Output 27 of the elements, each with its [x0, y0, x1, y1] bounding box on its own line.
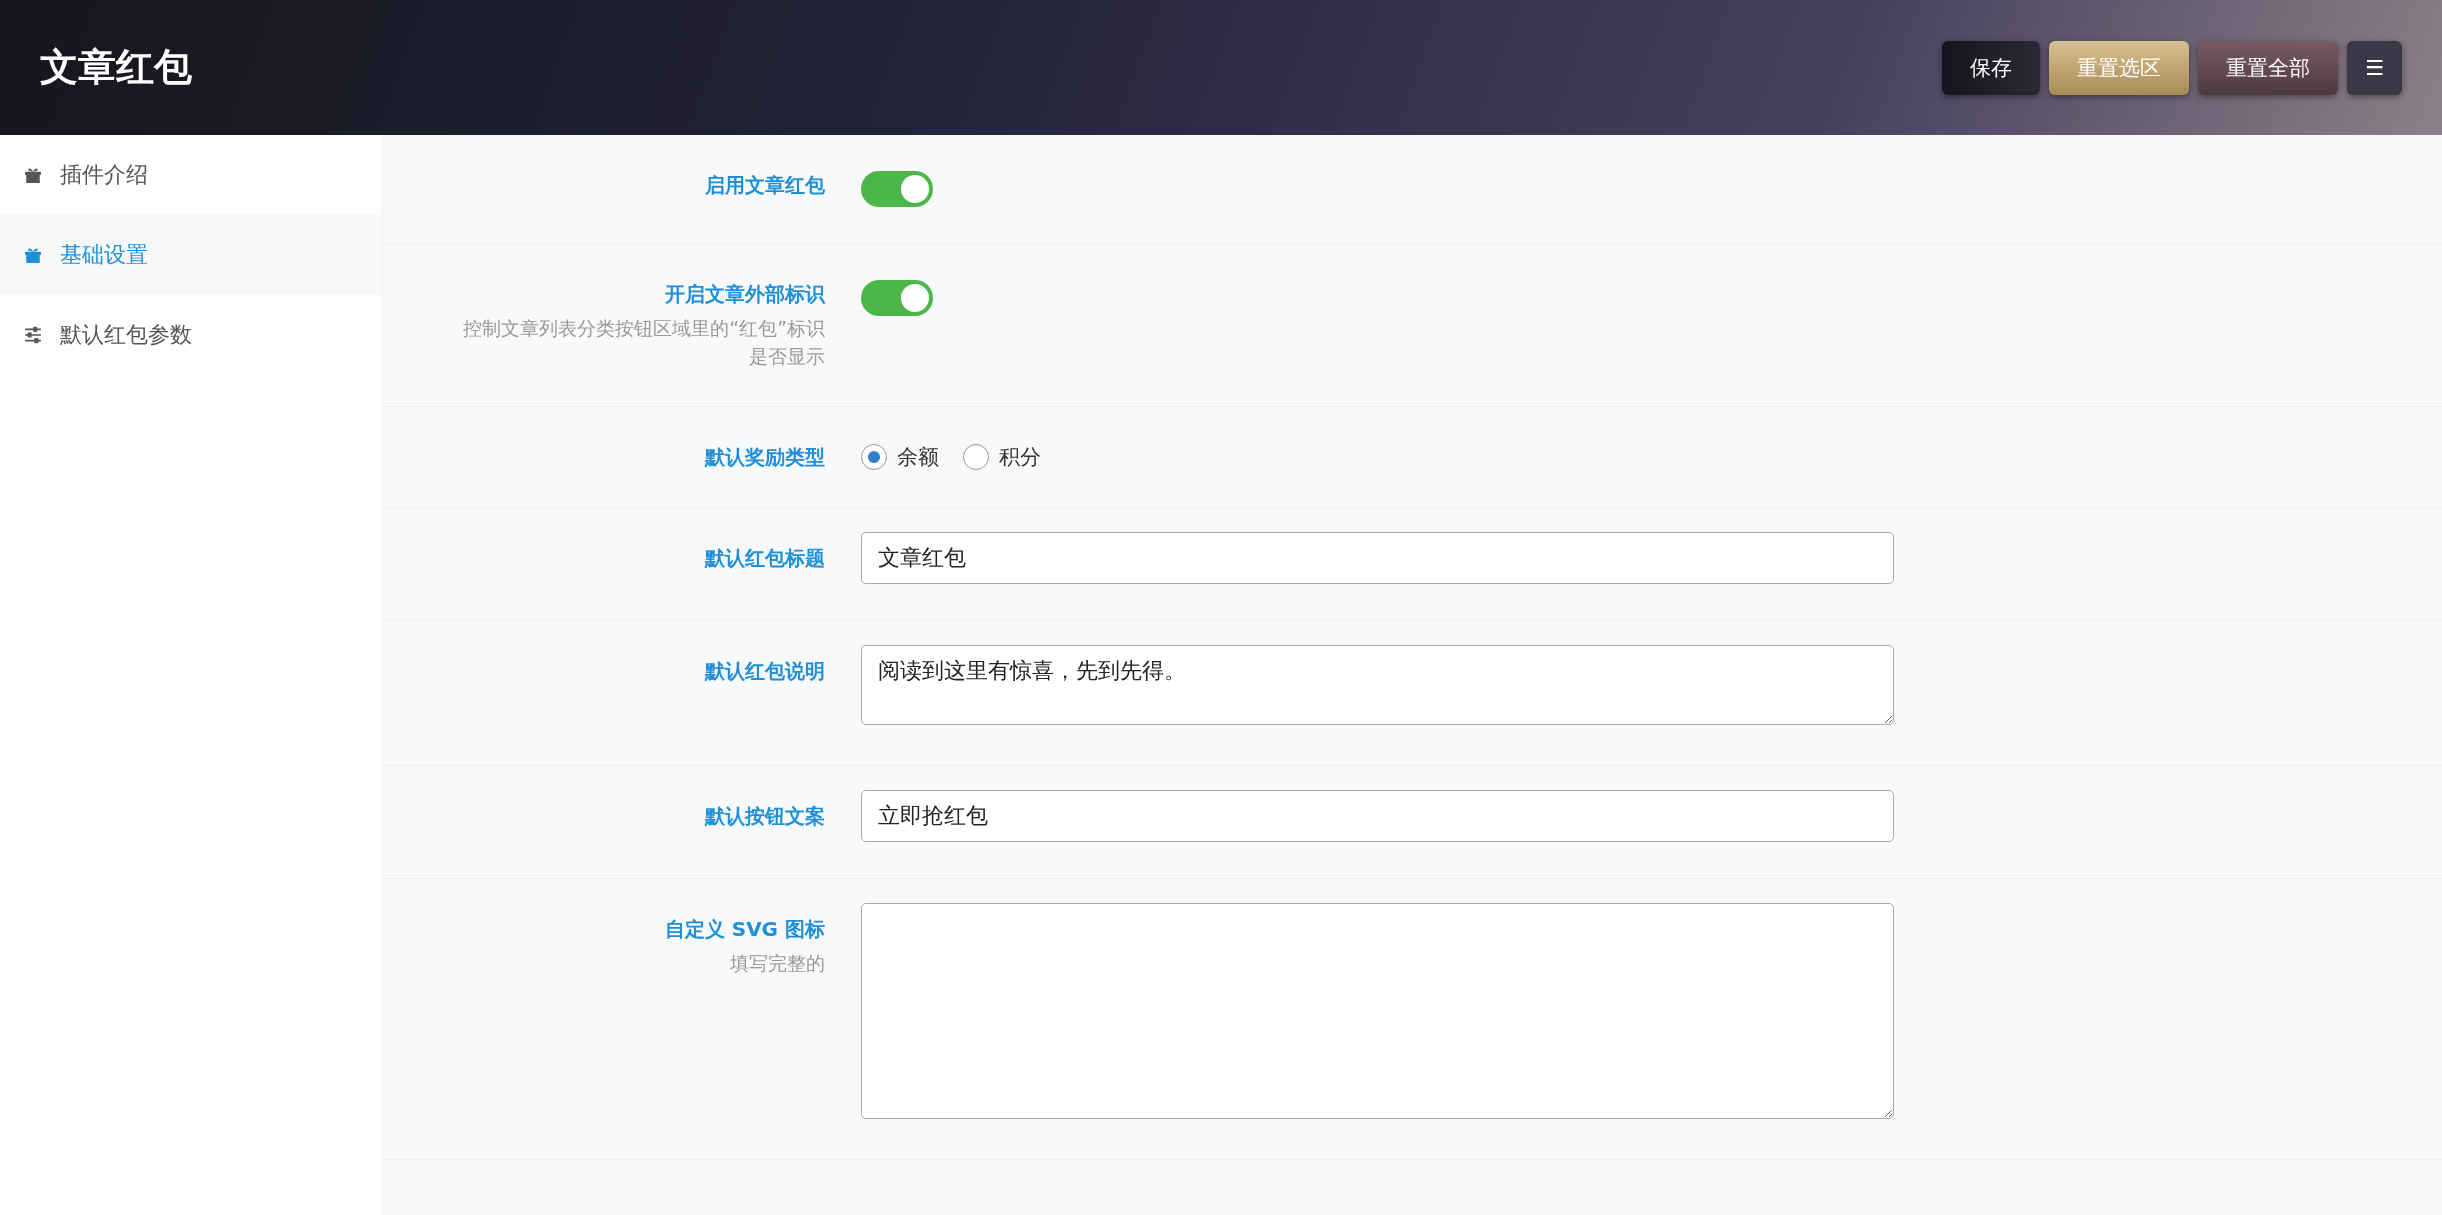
gift-icon [24, 166, 42, 184]
text-field[interactable]: 立即抢红包 [861, 790, 1894, 842]
field-label: 启用文章红包 [705, 172, 825, 199]
field-label: 默认按钮文案 [705, 803, 825, 830]
gift-icon [24, 246, 42, 264]
page-title: 文章红包 [40, 44, 192, 91]
radio-button[interactable] [861, 444, 887, 470]
save-button[interactable]: 保存 [1942, 40, 2041, 95]
radio-label: 余额 [897, 444, 939, 471]
field-label: 开启文章外部标识 [665, 281, 825, 308]
field-help-text: 填写完整的 [730, 951, 825, 976]
reset-all-button[interactable]: 重置全部 [2198, 40, 2339, 95]
text-field[interactable]: 文章红包 [861, 532, 1894, 584]
radio-button[interactable] [963, 444, 989, 470]
menu-button[interactable]: ☰ [2347, 40, 2402, 95]
field-help-text: 控制文章列表分类按钮区域里的“红包”标识是否显示 [462, 316, 825, 369]
sliders-icon [24, 326, 42, 344]
field-label: 默认奖励类型 [705, 444, 825, 471]
field-label: 默认红包说明 [705, 658, 825, 685]
field-label: 自定义 SVG 图标 [664, 916, 825, 943]
radio-option[interactable]: 余额 [861, 443, 939, 471]
radio-label: 积分 [999, 444, 1041, 471]
toggle-switch[interactable] [861, 280, 933, 316]
text-area[interactable]: 阅读到这里有惊喜，先到先得。 [861, 645, 1894, 725]
toggle-switch[interactable] [861, 171, 933, 207]
field-label: 默认红包标题 [705, 545, 825, 572]
radio-option[interactable]: 积分 [963, 443, 1041, 471]
